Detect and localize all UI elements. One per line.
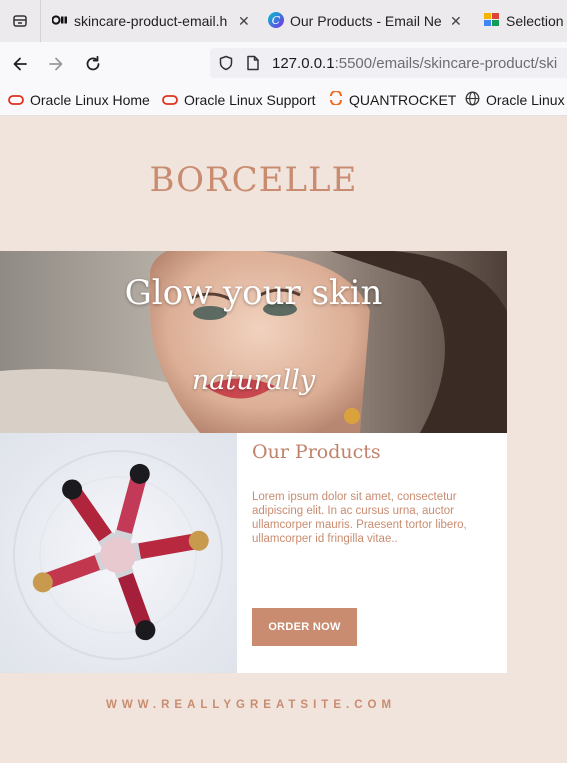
tab-list-icon <box>13 15 27 27</box>
url-host: 127.0.0.1 <box>272 54 335 72</box>
tab-title: Selection <box>506 13 564 29</box>
svg-text:C: C <box>272 14 281 27</box>
list-all-tabs-button[interactable] <box>0 0 41 42</box>
codepen-icon <box>52 13 68 29</box>
globe-icon <box>465 91 480 109</box>
arrow-left-icon <box>13 57 27 71</box>
tab-skincare-email[interactable]: skincare-product-email.h ✕ <box>52 0 252 42</box>
hero-banner: Glow your skin naturally <box>0 251 507 433</box>
products-description: Lorem ipsum dolor sit amet, consectetur … <box>252 491 467 545</box>
hero-title: Glow your skin <box>124 273 383 313</box>
oracle-icon <box>8 92 24 108</box>
arrow-right-icon <box>49 57 63 71</box>
page-icon[interactable] <box>246 55 260 71</box>
oracle-icon <box>162 92 178 108</box>
tab-title: skincare-product-email.h <box>74 13 228 29</box>
email-page: BORCELLE Glow your skin naturally Our Pr… <box>0 116 567 763</box>
close-tab-icon[interactable]: ✕ <box>238 13 250 30</box>
close-tab-icon[interactable]: ✕ <box>450 13 462 30</box>
bookmarks-toolbar: Oracle Linux Home Oracle Linux Support Q… <box>0 84 567 116</box>
bookmark-oracle-linux-home[interactable]: Oracle Linux Home <box>8 84 150 115</box>
shield-icon[interactable] <box>218 55 234 71</box>
tab-title: Our Products - Email Ne <box>290 13 442 29</box>
tab-bar: skincare-product-email.h ✕ C Our Product… <box>0 0 567 43</box>
footer-website-link[interactable]: WWW.REALLYGREATSITE.COM <box>0 699 502 711</box>
forward-button[interactable] <box>42 50 70 78</box>
reload-button[interactable] <box>79 50 107 78</box>
tab-our-products[interactable]: C Our Products - Email Ne ✕ <box>268 0 464 42</box>
back-button[interactable] <box>6 50 34 78</box>
bookmark-label: QUANTROCKET <box>349 91 457 108</box>
url-bar[interactable]: 127.0.0.1:5500/emails/skincare-product/s… <box>210 48 567 78</box>
colorful-grid-icon <box>484 12 500 30</box>
quantrocket-icon <box>329 90 343 108</box>
order-now-button[interactable]: ORDER NOW <box>252 608 357 646</box>
bookmark-oracle-linux-support[interactable]: Oracle Linux Support <box>162 84 316 115</box>
bookmark-label: Oracle Linux <box>486 91 565 108</box>
canva-icon: C <box>268 11 284 31</box>
bookmark-label: Oracle Linux Support <box>184 91 316 108</box>
bookmark-oracle-linux[interactable]: Oracle Linux <box>465 84 565 115</box>
bookmark-label: Oracle Linux Home <box>30 91 150 108</box>
reload-icon <box>86 55 100 71</box>
brand-logo: BORCELLE <box>149 160 358 200</box>
products-heading: Our Products <box>252 441 381 463</box>
products-panel: Our Products Lorem ipsum dolor sit amet,… <box>237 433 507 673</box>
tab-selection[interactable]: Selection <box>484 0 567 42</box>
lipstick-product-image <box>0 433 237 673</box>
url-path: :5500/emails/skincare-product/ski <box>334 54 558 72</box>
bookmark-quantrocket[interactable]: QUANTROCKET <box>329 84 456 115</box>
hero-subtitle: naturally <box>191 365 316 396</box>
